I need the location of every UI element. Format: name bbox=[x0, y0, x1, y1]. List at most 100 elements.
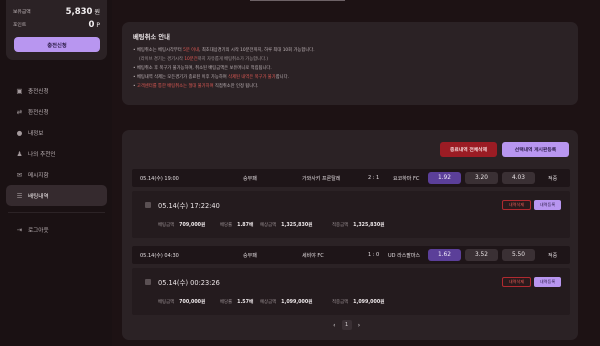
logout-button[interactable]: ⇥ 로그아웃 bbox=[6, 219, 107, 240]
user-icon: ● bbox=[16, 128, 23, 137]
bet-datetime: 05.14(수) 17:22:40 bbox=[158, 202, 220, 210]
sidebar-item-label: 메시지함 bbox=[28, 172, 49, 179]
notice-title: 베팅취소 안내 bbox=[133, 34, 170, 41]
wallet-icon: ▣ bbox=[16, 86, 23, 95]
prev-page-button[interactable]: ‹ bbox=[333, 321, 336, 329]
win-label: 적중금액 bbox=[332, 223, 349, 228]
home-team: 가와사키 프론탈레 bbox=[302, 175, 341, 182]
notice-highlight: 고객센터를 통한 배팅취소는 절대 불가하며 bbox=[136, 84, 214, 89]
post-bet-button[interactable]: 내역등록 bbox=[534, 277, 561, 287]
bet-detail: 05.14(수) 17:22:40 배팅금액 709,000원 배당률 1.87배 … bbox=[132, 191, 570, 238]
users-icon: ♟ bbox=[16, 149, 23, 158]
sidebar-item-deposit[interactable]: ▣ 충전신청 bbox=[6, 80, 107, 101]
list-icon: ☰ bbox=[16, 191, 23, 200]
match-score: 1 : 0 bbox=[368, 252, 380, 258]
win-info: 적중금액 1,325,830원 bbox=[332, 221, 385, 228]
notice-item: (라이브 경기는 경기시작 10분전까지 자유롭게 배팅취소가 가능합니다.) bbox=[133, 55, 567, 64]
sidebar-item-label: 배팅내역 bbox=[28, 193, 49, 200]
bet-card: 05.14(수) 04:30 승무패 세비야 FC 1 : 0 UD 라스팔마스… bbox=[132, 246, 570, 315]
win-label: 적중금액 bbox=[332, 300, 349, 305]
balance-value: 5,830 원 bbox=[66, 7, 100, 17]
match-score: 2 : 1 bbox=[368, 175, 380, 181]
stake-value: 709,000원 bbox=[179, 223, 206, 228]
bet-type: 승무패 bbox=[243, 252, 257, 259]
stake-label: 배팅금액 bbox=[158, 300, 175, 305]
sidebar: 보유금액 5,830 원 포인트 0P 충전신청 ▣ 충전신청 ⇄ 환전신청 ● … bbox=[0, 0, 112, 346]
notice-text: 직접취소만 인정 됩니다. bbox=[213, 84, 259, 89]
sidebar-item-label: 나의 추천인 bbox=[28, 151, 56, 158]
expected-info: 예상금액 1,099,000원 bbox=[260, 298, 313, 305]
bet-detail: 05.14(수) 00:23:26 배팅금액 700,000원 배당률 1.57배 … bbox=[132, 268, 570, 315]
home-team: 세비야 FC bbox=[302, 252, 324, 259]
odds-draw: 3.20 bbox=[465, 172, 498, 184]
notice-text: , 최초대상경기의 시작 10분전까지, 하루 최대 10회 가능합니다. bbox=[199, 48, 315, 53]
expected-info: 예상금액 1,325,830원 bbox=[260, 221, 313, 228]
notice-highlight: 5분 이내 bbox=[183, 48, 200, 53]
expected-label: 예상금액 bbox=[260, 223, 277, 228]
notice-text: (라이브 경기는 경기시작 bbox=[139, 57, 185, 62]
delete-bet-button[interactable]: 내역삭제 bbox=[502, 277, 531, 287]
logout-icon: ⇥ bbox=[16, 225, 23, 234]
odds-home: 1.92 bbox=[428, 172, 461, 184]
pagination: ‹ 1 › bbox=[333, 320, 360, 330]
notice-highlight: 10분전 bbox=[184, 57, 198, 62]
stake-info: 배팅금액 709,000원 bbox=[158, 221, 205, 228]
points-value: 0P bbox=[88, 20, 100, 30]
current-page[interactable]: 1 bbox=[341, 320, 352, 330]
sidebar-item-my-info[interactable]: ● 내정보 bbox=[6, 122, 107, 143]
logout-label: 로그아웃 bbox=[28, 227, 49, 234]
top-divider bbox=[250, 0, 345, 1]
notice-item: • 베팅취소 후 복구가 불가능하며, 취소된 배팅금액은 보유머니로 적립됩니… bbox=[133, 66, 272, 71]
sidebar-nav: ▣ 충전신청 ⇄ 환전신청 ● 내정보 ♟ 나의 추천인 ✉ 메시지함 ☰ 배팅… bbox=[6, 80, 107, 240]
points-amount: 0 bbox=[88, 19, 95, 30]
stake-info: 배팅금액 700,000원 bbox=[158, 298, 205, 305]
mail-icon: ✉ bbox=[16, 170, 23, 179]
sidebar-item-label: 충전신청 bbox=[28, 88, 49, 95]
rate-info: 배당률 1.87배 bbox=[220, 221, 253, 228]
balance-amount: 5,830 bbox=[65, 6, 93, 17]
notice-item: • 베팅취소는 베팅시각부터 5분 이내, 최초대상경기의 시작 10분전까지,… bbox=[133, 48, 315, 53]
sidebar-item-referrals[interactable]: ♟ 나의 추천인 bbox=[6, 143, 107, 164]
odds-draw: 3.52 bbox=[465, 249, 498, 261]
notice-highlight: 삭제된 내역은 복구가 불가 bbox=[228, 75, 276, 80]
odds-away: 4.03 bbox=[502, 172, 535, 184]
notice-item: • 베팅내역 삭제는 모든경기가 종료된 이후 가능하며 삭제된 내역은 복구가… bbox=[133, 75, 289, 80]
expected-value: 1,099,000원 bbox=[281, 300, 313, 305]
delete-bet-button[interactable]: 내역삭제 bbox=[502, 200, 531, 210]
notice-item: • 고객센터를 통한 배팅취소는 절대 불가하며 직접취소만 인정 됩니다. bbox=[133, 84, 259, 89]
sidebar-divider bbox=[8, 212, 105, 213]
delete-finished-button[interactable]: 종료내역 전체삭제 bbox=[440, 142, 497, 157]
post-selected-button[interactable]: 선택내역 게시판등록 bbox=[502, 142, 569, 157]
rate-info: 배당률 1.57배 bbox=[220, 298, 253, 305]
next-page-button[interactable]: › bbox=[358, 321, 361, 329]
points-unit: P bbox=[96, 21, 100, 29]
cancel-notice-panel: 베팅취소 안내 • 베팅취소는 베팅시각부터 5분 이내, 최초대상경기의 시작… bbox=[122, 22, 578, 105]
bet-checkbox[interactable] bbox=[145, 202, 151, 208]
balance-label: 보유금액 bbox=[13, 10, 31, 15]
notice-text: 합니다. bbox=[275, 75, 289, 80]
win-value: 1,325,830원 bbox=[353, 223, 385, 228]
bet-card: 05.14(수) 19:00 승무패 가와사키 프론탈레 2 : 1 요코하마 … bbox=[132, 169, 570, 238]
deposit-request-button[interactable]: 충전신청 bbox=[14, 37, 100, 52]
sidebar-item-messages[interactable]: ✉ 메시지함 bbox=[6, 164, 107, 185]
odds-home: 1.62 bbox=[428, 249, 461, 261]
sidebar-item-bet-history[interactable]: ☰ 배팅내역 bbox=[6, 185, 107, 206]
stake-label: 배팅금액 bbox=[158, 223, 175, 228]
stake-value: 700,000원 bbox=[179, 300, 206, 305]
notice-text: 까지 자유롭게 배팅취소가 가능합니다.) bbox=[197, 57, 269, 62]
rate-label: 배당률 bbox=[220, 223, 233, 228]
bet-match-row: 05.14(수) 19:00 승무패 가와사키 프론탈레 2 : 1 요코하마 … bbox=[132, 169, 570, 187]
bet-datetime: 05.14(수) 00:23:26 bbox=[158, 279, 220, 287]
bet-checkbox[interactable] bbox=[145, 279, 151, 285]
post-bet-button[interactable]: 내역등록 bbox=[534, 200, 561, 210]
exchange-icon: ⇄ bbox=[16, 107, 23, 116]
sidebar-item-label: 환전신청 bbox=[28, 109, 49, 116]
match-time: 05.14(수) 19:00 bbox=[140, 175, 179, 182]
rate-label: 배당률 bbox=[220, 300, 233, 305]
match-time: 05.14(수) 04:30 bbox=[140, 252, 179, 259]
points-label: 포인트 bbox=[13, 23, 27, 28]
notice-text: 베팅내역 삭제는 모든경기가 종료된 이후 가능하며 bbox=[136, 75, 229, 80]
sidebar-item-withdraw[interactable]: ⇄ 환전신청 bbox=[6, 101, 107, 122]
wallet-panel: 보유금액 5,830 원 포인트 0P 충전신청 bbox=[6, 0, 107, 60]
rate-value: 1.87배 bbox=[237, 223, 254, 228]
